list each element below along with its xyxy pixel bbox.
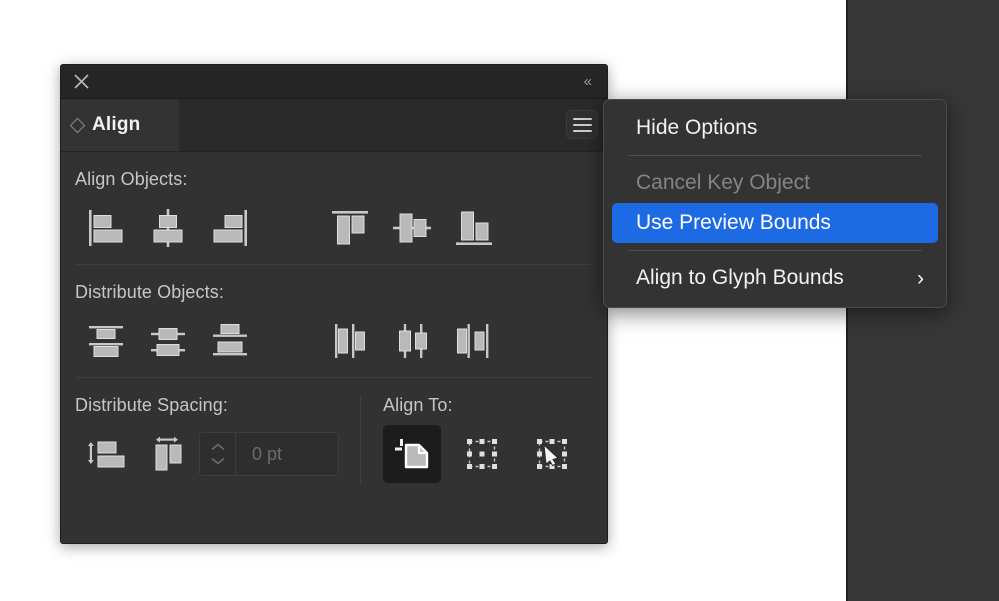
vertical-align-group bbox=[319, 199, 505, 257]
hamburger-line bbox=[573, 118, 592, 120]
horizontal-distribute-space-button[interactable] bbox=[137, 425, 199, 483]
align-bottom-icon bbox=[451, 205, 497, 251]
vertical-distribute-center-button[interactable] bbox=[137, 312, 199, 370]
horizontal-space-icon bbox=[145, 431, 191, 477]
vertical-align-top-button[interactable] bbox=[319, 199, 381, 257]
distribute-right-icon bbox=[451, 318, 497, 364]
horizontal-align-left-button[interactable] bbox=[75, 199, 137, 257]
vertical-space-icon bbox=[83, 431, 129, 477]
menu-item-label: Hide Options bbox=[636, 116, 757, 140]
spacing-value[interactable]: 0 pt bbox=[236, 444, 282, 465]
align-to-row bbox=[383, 418, 593, 490]
align-top-icon bbox=[327, 205, 373, 251]
distribute-top-icon bbox=[83, 318, 129, 364]
spacing-input-field[interactable]: 0 pt bbox=[199, 432, 339, 476]
horizontal-align-group bbox=[75, 199, 261, 257]
distribute-horizontal-center-icon bbox=[389, 318, 435, 364]
horizontal-distribute-left-button[interactable] bbox=[319, 312, 381, 370]
panel-titlebar: « bbox=[61, 65, 607, 99]
close-icon[interactable] bbox=[73, 73, 90, 90]
distribute-left-icon bbox=[327, 318, 373, 364]
horizontal-align-right-button[interactable] bbox=[199, 199, 261, 257]
tab-align[interactable]: Align bbox=[61, 99, 179, 151]
menu-separator bbox=[628, 155, 922, 156]
align-left-icon bbox=[83, 205, 129, 251]
align-objects-label: Align Objects: bbox=[75, 152, 593, 192]
panel-flyout-menu: Hide Options Cancel Key Object Use Previ… bbox=[603, 99, 947, 308]
align-right-icon bbox=[207, 205, 253, 251]
vertical-distribute-top-button[interactable] bbox=[75, 312, 137, 370]
align-to-artboard-button[interactable] bbox=[383, 425, 441, 483]
menu-item-align-to-glyph-bounds[interactable]: Align to Glyph Bounds › bbox=[612, 258, 938, 298]
spacing-stepper[interactable] bbox=[200, 433, 236, 475]
tab-align-label: Align bbox=[92, 114, 141, 136]
panel-tabbar: Align bbox=[61, 99, 607, 152]
chevron-right-icon: › bbox=[917, 268, 924, 289]
align-to-key-object-button[interactable] bbox=[523, 425, 581, 483]
align-to-selection-button[interactable] bbox=[453, 425, 511, 483]
diamond-icon bbox=[70, 117, 86, 133]
vertical-align-center-button[interactable] bbox=[381, 199, 443, 257]
align-to-group: Align To: bbox=[361, 378, 593, 490]
vertical-distribute-bottom-button[interactable] bbox=[199, 312, 261, 370]
selection-bounds-icon bbox=[461, 433, 503, 475]
menu-item-hide-options[interactable]: Hide Options bbox=[612, 108, 938, 148]
horizontal-distribute-right-button[interactable] bbox=[443, 312, 505, 370]
distribute-spacing-label: Distribute Spacing: bbox=[75, 378, 360, 418]
distribute-vertical-center-icon bbox=[145, 318, 191, 364]
horizontal-distribute-group bbox=[319, 312, 505, 370]
chevron-up-icon[interactable] bbox=[210, 443, 226, 451]
menu-item-cancel-key-object: Cancel Key Object bbox=[612, 163, 938, 203]
hamburger-line bbox=[573, 130, 592, 132]
distribute-objects-row bbox=[75, 305, 593, 377]
align-to-label: Align To: bbox=[383, 378, 593, 418]
align-objects-row bbox=[75, 192, 593, 264]
panel-menu-button[interactable] bbox=[566, 110, 598, 139]
menu-separator bbox=[628, 250, 922, 251]
key-object-icon bbox=[531, 433, 573, 475]
vertical-align-bottom-button[interactable] bbox=[443, 199, 505, 257]
menu-item-label: Cancel Key Object bbox=[636, 171, 810, 195]
panel-body: Align Objects: bbox=[61, 152, 607, 490]
distribute-spacing-group: Distribute Spacing: bbox=[75, 378, 360, 490]
collapse-double-chevron-icon[interactable]: « bbox=[584, 73, 591, 90]
chevron-down-icon[interactable] bbox=[210, 457, 226, 465]
artboard-icon bbox=[391, 433, 433, 475]
screenshot-root: « Align Align Objects: bbox=[0, 0, 999, 601]
distribute-bottom-icon bbox=[207, 318, 253, 364]
hamburger-line bbox=[573, 124, 592, 126]
align-vertical-center-icon bbox=[389, 205, 435, 251]
vertical-distribute-space-button[interactable] bbox=[75, 425, 137, 483]
distribute-objects-label: Distribute Objects: bbox=[75, 265, 593, 305]
menu-item-label: Align to Glyph Bounds bbox=[636, 266, 844, 290]
horizontal-align-center-button[interactable] bbox=[137, 199, 199, 257]
menu-item-label: Use Preview Bounds bbox=[636, 211, 831, 235]
bottom-section: Distribute Spacing: bbox=[75, 378, 593, 490]
distribute-spacing-row: 0 pt bbox=[75, 418, 360, 490]
vertical-distribute-group bbox=[75, 312, 261, 370]
menu-item-use-preview-bounds[interactable]: Use Preview Bounds bbox=[612, 203, 938, 243]
align-horizontal-center-icon bbox=[145, 205, 191, 251]
align-panel: « Align Align Objects: bbox=[60, 64, 608, 544]
horizontal-distribute-center-button[interactable] bbox=[381, 312, 443, 370]
